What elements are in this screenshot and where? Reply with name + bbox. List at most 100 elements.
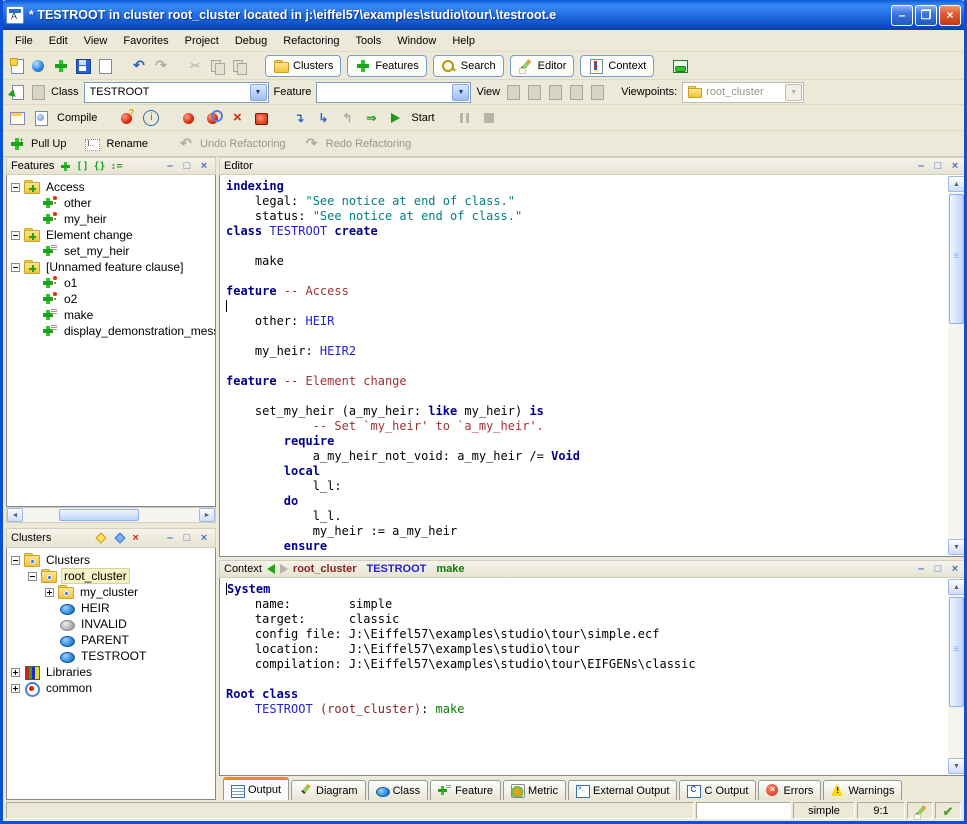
tab-errors[interactable]: Errors (758, 780, 821, 800)
new-window-icon[interactable] (9, 58, 25, 74)
expand-icon[interactable] (11, 684, 20, 693)
features-tool-button[interactable]: Features (347, 55, 426, 77)
editor-maximize-icon[interactable]: □ (931, 159, 945, 173)
tree-item-my-cluster[interactable]: my_cluster (7, 584, 215, 600)
clusters-close-icon[interactable]: × (197, 531, 211, 545)
send-to-external-editor-icon[interactable] (9, 84, 25, 100)
new-feature-icon[interactable] (59, 160, 71, 172)
editor-text-area[interactable]: indexing legal: "See notice at end of cl… (219, 175, 967, 557)
feature-braces-icon[interactable]: {} (93, 161, 105, 172)
remove-item-icon[interactable]: × (132, 532, 138, 544)
tree-item-display-demonstration-messa[interactable]: display_demonstration_messa (7, 323, 215, 339)
feature-combo-arrow-icon[interactable]: ▼ (452, 84, 469, 101)
tab-metric[interactable]: Metric (503, 780, 566, 800)
search-tool-button[interactable]: Search (433, 55, 504, 77)
menu-debug[interactable]: Debug (227, 32, 275, 50)
tree-item-access[interactable]: Access (7, 179, 215, 195)
tab-feature[interactable]: Feature (430, 780, 501, 800)
collapse-icon[interactable] (11, 263, 20, 272)
editor-close-icon[interactable]: × (948, 159, 962, 173)
expand-icon[interactable] (11, 668, 20, 677)
tree-item-heir[interactable]: HEIR (7, 600, 215, 616)
melt-icon[interactable] (119, 110, 135, 126)
minimize-button[interactable]: – (891, 5, 913, 26)
context-scroll-thumb[interactable] (949, 597, 964, 707)
step-over-icon[interactable]: ↳ (315, 110, 331, 126)
clusters-minimize-icon[interactable]: – (163, 531, 177, 545)
tree-item-common[interactable]: common (7, 680, 215, 696)
tree-item-testroot[interactable]: TESTROOT (7, 648, 215, 664)
expand-all-icon[interactable] (115, 532, 126, 543)
clusters-tree-area[interactable]: Clustersroot_clustermy_clusterHEIRINVALI… (6, 548, 216, 800)
context-maximize-icon[interactable]: □ (931, 562, 945, 576)
tree-item-parent[interactable]: PARENT (7, 632, 215, 648)
c-compilation-icon[interactable] (253, 110, 269, 126)
context-close-icon[interactable]: × (948, 562, 962, 576)
profile-icon[interactable] (672, 58, 688, 74)
tab-c-output[interactable]: C Output (679, 780, 756, 800)
add-library-icon[interactable] (75, 531, 89, 545)
scroll-down-icon[interactable]: ▼ (948, 758, 965, 774)
features-minimize-icon[interactable]: – (163, 159, 177, 173)
tree-item-set-my-heir[interactable]: set_my_heir (7, 243, 215, 259)
features-horizontal-scrollbar[interactable]: ◄ ► (6, 507, 216, 523)
tree-item-make[interactable]: make (7, 307, 215, 323)
context-minimize-icon[interactable]: – (914, 562, 928, 576)
tree-item-root-cluster[interactable]: root_cluster (7, 568, 215, 584)
feature-assigner-icon[interactable]: := (111, 161, 123, 172)
breadcrumb-testroot[interactable]: TESTROOT (367, 563, 427, 575)
pull-up-icon[interactable] (9, 136, 25, 152)
scroll-down-icon[interactable]: ▼ (948, 539, 965, 555)
features-close-icon[interactable]: × (197, 159, 211, 173)
start-label[interactable]: Start (411, 112, 434, 124)
features-maximize-icon[interactable]: □ (180, 159, 194, 173)
compile-label[interactable]: Compile (57, 112, 97, 124)
open-project-icon[interactable] (31, 58, 47, 74)
project-settings-icon[interactable] (9, 110, 25, 126)
class-combo[interactable]: TESTROOT ▼ (84, 82, 269, 103)
breadcrumb-make[interactable]: make (436, 563, 464, 575)
edit-mode-cell[interactable] (907, 802, 933, 819)
rename-icon[interactable] (84, 136, 100, 152)
class-combo-arrow-icon[interactable]: ▼ (250, 84, 267, 101)
feature-clauses-icon[interactable]: [] (76, 161, 88, 172)
tree-item-o1[interactable]: o1 (7, 275, 215, 291)
editor-tool-button[interactable]: Editor (510, 55, 575, 77)
context-tool-button[interactable]: Context (580, 55, 654, 77)
clusters-tool-button[interactable]: Clusters (265, 55, 341, 77)
history-back-icon[interactable] (267, 564, 275, 574)
info-icon[interactable]: i (143, 110, 159, 126)
menu-tools[interactable]: Tools (348, 32, 390, 50)
maximize-button[interactable]: ❐ (915, 5, 937, 26)
new-item-icon[interactable] (53, 58, 69, 74)
menu-edit[interactable]: Edit (41, 32, 76, 50)
scroll-right-icon[interactable]: ► (199, 508, 215, 522)
context-text-area[interactable]: System name: simple target: classic conf… (219, 578, 967, 776)
collapse-icon[interactable] (28, 572, 37, 581)
breadcrumb-root_cluster[interactable]: root_cluster (293, 563, 357, 575)
scroll-up-icon[interactable]: ▲ (948, 579, 965, 595)
clusters-maximize-icon[interactable]: □ (180, 531, 194, 545)
features-tree-area[interactable]: Accessothermy_heirElement changeset_my_h… (6, 175, 216, 507)
editor-minimize-icon[interactable]: – (914, 159, 928, 173)
undo-icon[interactable]: ↶ (131, 58, 147, 74)
tree-item-my-heir[interactable]: my_heir (7, 211, 215, 227)
tab-output[interactable]: Output (223, 777, 289, 800)
find-class-icon[interactable] (144, 531, 158, 545)
ready-state-cell[interactable]: ✔ (935, 802, 961, 819)
run-ignore-breakpoints-icon[interactable]: ⇒ (363, 110, 379, 126)
collapse-icon[interactable] (11, 231, 20, 240)
tab-warnings[interactable]: Warnings (823, 780, 902, 800)
scroll-left-icon[interactable]: ◄ (7, 508, 23, 522)
cancel-compile-icon[interactable] (229, 110, 245, 126)
new-cluster-icon[interactable] (56, 531, 70, 545)
tab-diagram[interactable]: Diagram (291, 780, 366, 800)
feature-combo[interactable]: ▼ (316, 82, 471, 103)
step-into-icon[interactable]: ↴ (291, 110, 307, 126)
compile-icon[interactable] (33, 110, 49, 126)
collapse-all-icon[interactable] (96, 532, 107, 543)
editor-scroll-thumb[interactable] (949, 194, 964, 324)
status-search-input[interactable] (696, 802, 791, 819)
scroll-up-icon[interactable]: ▲ (948, 176, 965, 192)
finalize-icon[interactable] (205, 110, 221, 126)
